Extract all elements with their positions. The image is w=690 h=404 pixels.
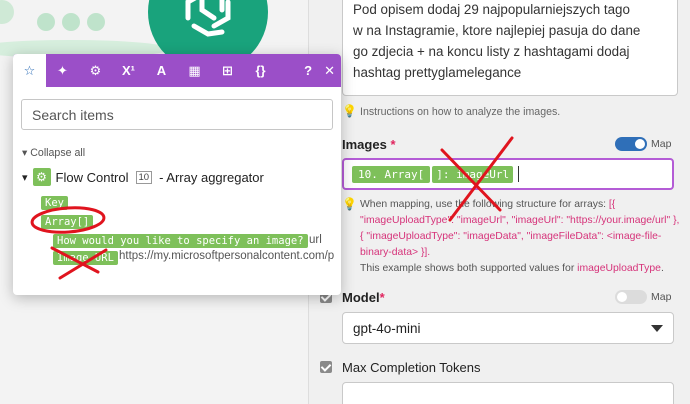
- imageurl-pill[interactable]: ]: imageUrl: [432, 165, 514, 183]
- module-suffix: - Array aggregator: [159, 169, 264, 185]
- lightbulb-icon: 💡: [342, 197, 357, 211]
- array-pill[interactable]: 10. Array[: [352, 165, 431, 183]
- model-select-value: gpt-4o-mini: [353, 320, 421, 336]
- map-label: Map: [651, 138, 672, 150]
- array-item[interactable]: Array[]: [41, 215, 94, 229]
- max-tokens-checkbox[interactable]: [320, 361, 332, 373]
- module-number-badge: 10: [135, 170, 153, 184]
- text-icon[interactable]: A: [145, 54, 178, 87]
- mapping-panel: ☆ ✦ ⚙ X¹ A ▦ ⊞ {} ? ✕ ▾ Collapse all ▾ ⚙…: [13, 54, 341, 295]
- star-icon[interactable]: ☆: [13, 54, 46, 87]
- chevron-down-icon: [651, 324, 663, 332]
- canvas-dot: [62, 13, 80, 31]
- image-url-value: https://my.microsoftpersonalcontent.com/…: [119, 250, 335, 262]
- module-tree-node[interactable]: ▾ ⚙ Flow Control 10 - Array aggregator: [22, 168, 264, 186]
- map-switch[interactable]: [615, 290, 647, 304]
- map-label: Map: [651, 291, 672, 303]
- flow-control-icon: ⚙: [32, 168, 51, 186]
- image-url-item[interactable]: Image URL: [53, 251, 118, 265]
- caret-down-icon: ▾: [22, 171, 28, 184]
- close-icon[interactable]: ✕: [324, 63, 335, 79]
- text-caret: [518, 166, 520, 182]
- module-name: Flow Control: [55, 169, 129, 185]
- images-help-text: When mapping, use the following structur…: [360, 199, 680, 274]
- module-settings-panel: Pod opisem dodaj 29 najpopularniejszych …: [308, 0, 690, 404]
- textarea-line: hashtag prettyglamelegance: [353, 65, 522, 80]
- model-label: Model*: [342, 290, 385, 305]
- calendar-icon[interactable]: ▦: [178, 54, 211, 87]
- braces-icon[interactable]: {}: [244, 54, 277, 87]
- model-select[interactable]: gpt-4o-mini: [342, 312, 674, 344]
- images-input[interactable]: 10. Array[ ]: imageUrl: [342, 158, 674, 190]
- table-icon[interactable]: ⊞: [211, 54, 244, 87]
- images-label: Images *: [342, 137, 396, 152]
- sparkle-icon[interactable]: ✦: [46, 54, 79, 87]
- superscript-icon[interactable]: X¹: [112, 54, 145, 87]
- lightbulb-icon: 💡: [342, 104, 357, 118]
- collapse-all-button[interactable]: ▾ Collapse all: [22, 147, 85, 159]
- key-item[interactable]: Key: [41, 196, 68, 210]
- max-tokens-label: Max Completion Tokens: [342, 360, 481, 375]
- canvas-dot: [87, 13, 105, 31]
- canvas-dot: [0, 0, 14, 24]
- canvas-dot: [37, 13, 55, 31]
- model-map-toggle[interactable]: Map: [615, 290, 671, 304]
- mapping-toolbar: ☆ ✦ ⚙ X¹ A ▦ ⊞ {} ? ✕: [13, 54, 341, 87]
- instructions-textarea[interactable]: Pod opisem dodaj 29 najpopularniejszych …: [342, 0, 678, 96]
- question-value: url: [309, 234, 322, 246]
- instructions-hint: Instructions on how to analyze the image…: [360, 106, 561, 118]
- map-switch[interactable]: [615, 137, 647, 151]
- textarea-line: w na Instagramie, ktore najlepiej pasuja…: [353, 23, 641, 38]
- search-input[interactable]: [21, 99, 333, 130]
- question-item[interactable]: How would you like to specify an image?: [53, 234, 308, 248]
- images-map-toggle[interactable]: Map: [615, 137, 671, 151]
- textarea-line: go zdjecia + na koncu listy z hashtagami…: [353, 44, 630, 59]
- help-icon[interactable]: ?: [304, 63, 312, 78]
- openai-logo-icon: [185, 0, 231, 37]
- max-tokens-input[interactable]: [342, 382, 674, 404]
- caret-down-icon: ▾: [22, 147, 28, 159]
- gear-icon[interactable]: ⚙: [79, 54, 112, 87]
- textarea-line: Pod opisem dodaj 29 najpopularniejszych …: [353, 2, 630, 17]
